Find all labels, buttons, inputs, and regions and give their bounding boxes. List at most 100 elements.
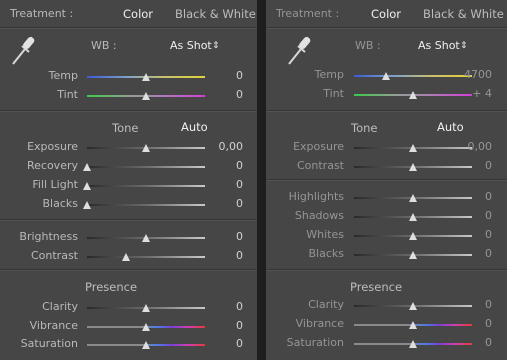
slider-value[interactable]: 0	[236, 88, 243, 102]
wb-value-select[interactable]: As Shot	[418, 39, 460, 53]
slider-label: Clarity	[42, 300, 78, 313]
slider-track[interactable]	[87, 204, 205, 206]
slider-thumb[interactable]	[142, 73, 150, 81]
slider-thumb[interactable]	[142, 304, 150, 312]
slider-thumb[interactable]	[142, 92, 150, 100]
slider-value[interactable]: 0	[236, 249, 243, 263]
slider-thumb[interactable]	[409, 340, 417, 348]
treatment-label: Treatment :	[276, 7, 340, 20]
slider-thumb[interactable]	[83, 182, 91, 190]
treatment-color-button[interactable]: Color	[371, 7, 401, 21]
slider-value[interactable]: 0	[236, 337, 243, 351]
slider-label: Exposure	[293, 140, 344, 153]
slider-thumb[interactable]	[121, 253, 130, 261]
slider-value[interactable]: 4700	[464, 68, 492, 82]
divider	[266, 110, 507, 112]
slider-label: Vibrance	[29, 319, 78, 332]
slider-label: Whites	[306, 228, 344, 241]
slider-label: Recovery	[26, 159, 78, 172]
treatment-label: Treatment :	[10, 7, 74, 20]
slider-thumb[interactable]	[381, 72, 390, 80]
divider	[266, 27, 507, 29]
slider-value[interactable]: 0	[485, 298, 492, 312]
tone-auto-button[interactable]: Auto	[437, 120, 464, 134]
slider-thumb[interactable]	[409, 144, 417, 152]
slider-value[interactable]: 0	[236, 197, 243, 211]
divider	[0, 27, 257, 29]
slider-value[interactable]: 0,00	[468, 140, 493, 154]
presence-section-label: Presence	[350, 280, 403, 294]
tone-section-label: Tone	[112, 121, 139, 135]
slider-thumb[interactable]	[409, 251, 417, 259]
slider-value[interactable]: 0	[236, 178, 243, 192]
slider-label: Brightness	[19, 230, 78, 243]
slider-track[interactable]	[87, 185, 205, 187]
wb-label: WB :	[355, 39, 381, 52]
eyedropper-icon[interactable]	[286, 33, 312, 67]
slider-label: Exposure	[27, 140, 78, 153]
slider-thumb[interactable]	[409, 91, 417, 99]
presence-section-label: Presence	[85, 280, 138, 294]
slider-thumb[interactable]	[83, 201, 91, 209]
slider-label: Clarity	[308, 298, 344, 311]
slider-label: Tint	[323, 87, 344, 100]
up-down-arrows-icon[interactable]: ⇕	[212, 39, 220, 53]
wb-value-select[interactable]: As Shot	[170, 39, 212, 53]
slider-value[interactable]: 0	[236, 230, 243, 244]
slider-track[interactable]	[354, 75, 472, 77]
slider-thumb[interactable]	[142, 234, 150, 242]
slider-thumb[interactable]	[142, 341, 150, 349]
slider-label: Blacks	[42, 197, 79, 210]
slider-label: Blacks	[308, 247, 345, 260]
slider-label: Highlights	[288, 190, 344, 203]
tone-section-label: Tone	[351, 121, 378, 135]
develop-panel-left: Treatment : Color Black & White WB : As …	[0, 0, 257, 360]
slider-thumb[interactable]	[409, 163, 417, 171]
slider-value[interactable]: 0	[236, 159, 243, 173]
slider-label: Vibrance	[295, 317, 344, 330]
slider-thumb[interactable]	[409, 232, 417, 240]
slider-label: Saturation	[20, 337, 78, 350]
slider-value[interactable]: 0	[485, 159, 492, 173]
divider	[266, 269, 507, 271]
slider-value[interactable]: 0	[236, 319, 243, 333]
develop-panel-right: Treatment : Color Black & White WB : As …	[266, 0, 507, 360]
slider-label: Tint	[57, 88, 78, 101]
treatment-bw-button[interactable]: Black & White	[423, 7, 504, 21]
slider-thumb[interactable]	[83, 163, 91, 171]
slider-label: Fill Light	[32, 178, 78, 191]
slider-value[interactable]: 0,00	[219, 140, 244, 154]
slider-label: Temp	[48, 69, 78, 82]
slider-value[interactable]: 0	[485, 247, 492, 261]
tone-auto-button[interactable]: Auto	[181, 120, 208, 134]
slider-value[interactable]: 0	[236, 69, 243, 83]
slider-thumb[interactable]	[409, 321, 417, 329]
up-down-arrows-icon[interactable]: ⇕	[460, 39, 468, 53]
eyedropper-icon[interactable]	[10, 33, 36, 67]
divider	[266, 179, 507, 181]
treatment-bw-button[interactable]: Black & White	[175, 7, 256, 21]
slider-track[interactable]	[87, 166, 205, 168]
slider-value[interactable]: 0	[485, 317, 492, 331]
slider-thumb[interactable]	[409, 194, 417, 202]
wb-label: WB :	[91, 39, 117, 52]
divider	[0, 269, 257, 271]
slider-value[interactable]: + 4	[472, 87, 492, 101]
treatment-color-button[interactable]: Color	[123, 7, 153, 21]
slider-thumb[interactable]	[409, 302, 417, 310]
slider-label: Shadows	[294, 209, 344, 222]
slider-thumb[interactable]	[142, 144, 150, 152]
divider	[0, 110, 257, 112]
slider-value[interactable]: 0	[485, 209, 492, 223]
slider-thumb[interactable]	[142, 323, 150, 331]
slider-value[interactable]: 0	[485, 190, 492, 204]
slider-label: Saturation	[286, 336, 344, 349]
slider-thumb[interactable]	[409, 213, 417, 221]
slider-value[interactable]: 0	[485, 228, 492, 242]
slider-label: Contrast	[296, 159, 344, 172]
slider-value[interactable]: 0	[236, 300, 243, 314]
slider-label: Temp	[314, 68, 344, 81]
divider	[0, 219, 257, 221]
slider-value[interactable]: 0	[485, 336, 492, 350]
slider-track[interactable]	[87, 256, 205, 258]
